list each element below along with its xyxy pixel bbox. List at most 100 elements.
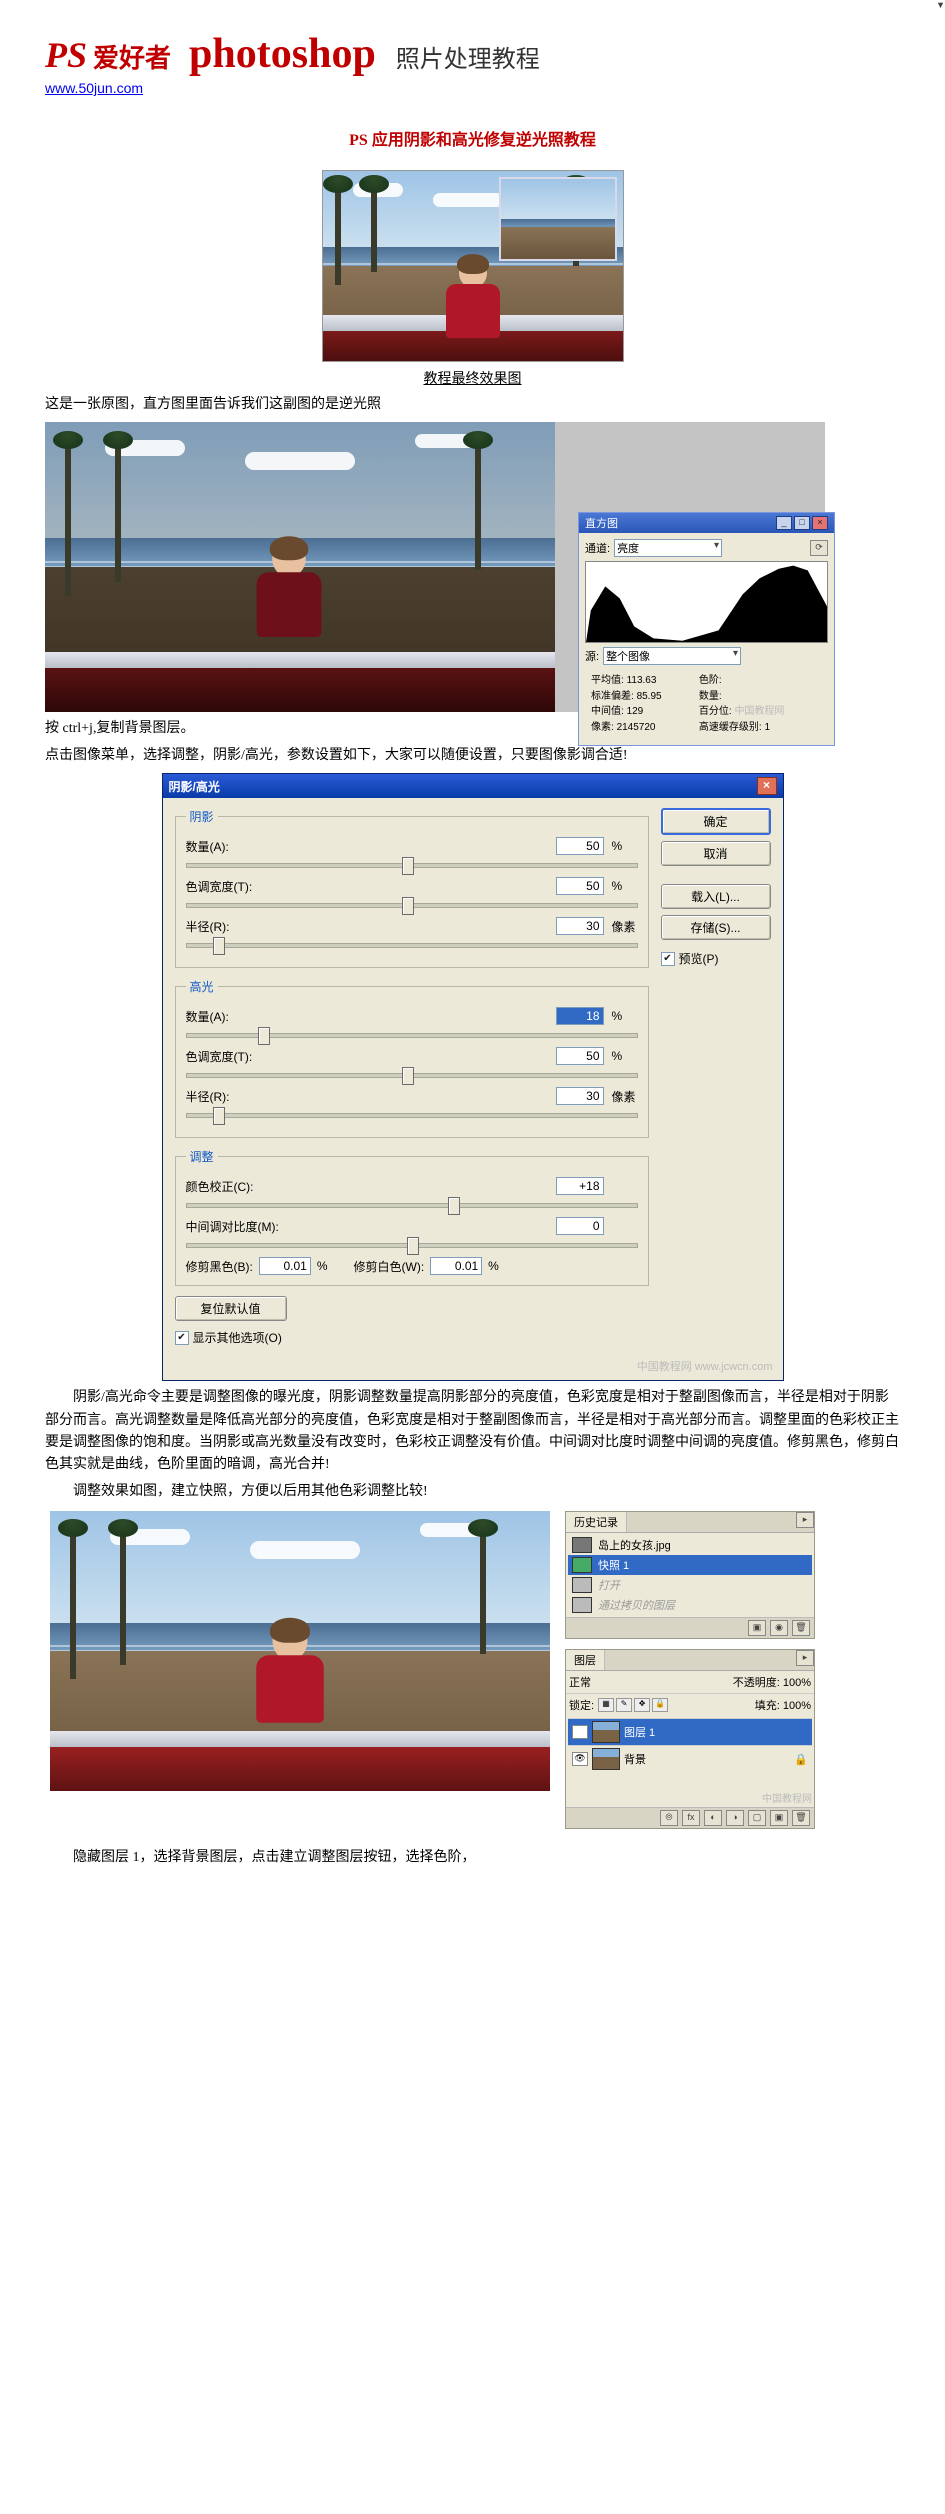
final-caption: 教程最终效果图	[45, 368, 900, 388]
blend-mode-select[interactable]: 正常	[569, 1674, 629, 1690]
lock-paint-icon[interactable]: ✎	[616, 1698, 632, 1712]
adjusted-image	[50, 1511, 550, 1791]
history-snapshot[interactable]: 快照 1	[568, 1555, 812, 1575]
para-5: 调整效果如图，建立快照，方便以后用其他色彩调整比较!	[45, 1481, 900, 1503]
shadow-amount-slider[interactable]	[186, 857, 638, 871]
shadow-radius-slider[interactable]	[186, 937, 638, 951]
clip-white-label: 修剪白色(W):	[354, 1258, 425, 1275]
highlight-tone-input[interactable]: 50	[556, 1047, 604, 1065]
para-3: 点击图像菜单，选择调整，阴影/高光，参数设置如下，大家可以随便设置，只要图像影调…	[45, 745, 900, 767]
clip-white-input[interactable]: 0.01	[430, 1257, 482, 1275]
shadow-tone-slider[interactable]	[186, 897, 638, 911]
source-label: 源:	[585, 648, 599, 664]
show-more-checkbox[interactable]: ✔ 显示其他选项(O)	[175, 1329, 649, 1346]
colorcorrect-label: 颜色校正(C):	[186, 1178, 296, 1195]
shadow-amount-label: 数量(A):	[186, 838, 296, 855]
group-highlight-legend: 高光	[186, 978, 218, 995]
final-caption-link[interactable]: 教程最终效果图	[424, 372, 522, 387]
highlight-tone-slider[interactable]	[186, 1067, 638, 1081]
clip-black-input[interactable]: 0.01	[259, 1257, 311, 1275]
colorcorrect-input[interactable]: +18	[556, 1177, 604, 1195]
histogram-panel: 直方图 _ □ × 通道: 亮度 ⟳ 源: 整个图像	[578, 512, 835, 746]
visibility-eye-icon[interactable]: 👁	[572, 1725, 588, 1739]
layer-row-layer1[interactable]: 👁 图层 1	[568, 1718, 812, 1745]
shadow-tone-label: 色调宽度(T):	[186, 878, 296, 895]
create-doc-icon[interactable]: ▣	[748, 1620, 766, 1636]
maximize-icon[interactable]: □	[794, 516, 810, 530]
history-step-dup[interactable]: 通过拷贝的图层	[568, 1595, 812, 1615]
dialog-title: 阴影/高光	[169, 778, 220, 795]
group-shadow: 阴影 数量(A): 50 % 色调宽度(T): 50 %	[175, 808, 649, 968]
save-button[interactable]: 存储(S)...	[661, 915, 771, 940]
layer-row-background[interactable]: 👁 背景 🔒	[568, 1745, 812, 1772]
mask-icon[interactable]: ◐	[704, 1810, 722, 1826]
source-select[interactable]: 整个图像	[603, 647, 741, 665]
midtone-input[interactable]: 0	[556, 1217, 604, 1235]
histogram-stats: 平均值: 113.63 色阶: 标准偏差: 85.95 数量: 中间值: 129…	[585, 669, 828, 739]
history-panel: 历史记录 ▸ 岛上的女孩.jpg 快照 1 打开	[565, 1511, 815, 1639]
link-icon[interactable]: ⦾	[660, 1810, 678, 1826]
highlight-amount-slider[interactable]	[186, 1027, 638, 1041]
history-doc[interactable]: 岛上的女孩.jpg	[568, 1535, 812, 1555]
para-4: 阴影/高光命令主要是调整图像的曝光度，阴影调整数量提高阴影部分的亮度值，色彩宽度…	[45, 1387, 900, 1477]
reset-defaults-button[interactable]: 复位默认值	[175, 1296, 287, 1321]
visibility-eye-icon[interactable]: 👁	[572, 1752, 588, 1766]
new-layer-icon[interactable]: ▣	[770, 1810, 788, 1826]
site-logo: PS 爱好者 photoshop 照片处理教程	[45, 30, 900, 78]
shadow-tone-input[interactable]: 50	[556, 877, 604, 895]
group-adjust: 调整 颜色校正(C): +18 中间调对比度(M): 0	[175, 1148, 649, 1286]
midtone-label: 中间调对比度(M):	[186, 1218, 296, 1235]
highlight-tone-label: 色调宽度(T):	[186, 1048, 296, 1065]
channel-label: 通道:	[585, 540, 610, 556]
histogram-graph	[585, 561, 828, 643]
adjustment-icon[interactable]: ◑	[726, 1810, 744, 1826]
history-tab[interactable]: 历史记录	[566, 1512, 627, 1532]
logo-ps: PS	[45, 34, 87, 76]
colorcorrect-slider[interactable]	[186, 1197, 638, 1211]
group-highlight: 高光 数量(A): 18 % 色调宽度(T): 50 %	[175, 978, 649, 1138]
fill-input[interactable]: 100%	[783, 1700, 811, 1712]
group-shadow-legend: 阴影	[186, 808, 218, 825]
highlight-radius-slider[interactable]	[186, 1107, 638, 1121]
channel-select[interactable]: 亮度	[614, 539, 722, 557]
load-button[interactable]: 载入(L)...	[661, 884, 771, 909]
final-result-image	[322, 170, 624, 362]
highlight-radius-input[interactable]: 30	[556, 1087, 604, 1105]
lock-move-icon[interactable]: ✥	[634, 1698, 650, 1712]
clip-black-label: 修剪黑色(B):	[186, 1258, 253, 1275]
folder-icon[interactable]: ▢	[748, 1810, 766, 1826]
lock-icon: 🔒	[794, 1753, 808, 1766]
minimize-icon[interactable]: _	[776, 516, 792, 530]
history-step-open[interactable]: 打开	[568, 1575, 812, 1595]
shadow-radius-label: 半径(R):	[186, 918, 296, 935]
ok-button[interactable]: 确定	[661, 808, 771, 835]
highlight-amount-label: 数量(A):	[186, 1008, 296, 1025]
lock-transparent-icon[interactable]: ▦	[598, 1698, 614, 1712]
preview-checkbox[interactable]: ✔ 预览(P)	[661, 950, 771, 967]
shadow-radius-input[interactable]: 30	[556, 917, 604, 935]
shadow-amount-input[interactable]: 50	[556, 837, 604, 855]
close-icon[interactable]: ×	[812, 516, 828, 530]
trash-icon[interactable]: 🗑	[792, 1620, 810, 1636]
cancel-button[interactable]: 取消	[661, 841, 771, 866]
midtone-slider[interactable]	[186, 1237, 638, 1251]
panel-menu-icon[interactable]: ▸	[796, 1650, 814, 1666]
dialog-watermark: 中国教程网 www.jcwcn.com	[163, 1358, 783, 1380]
lock-all-icon[interactable]: 🔒	[652, 1698, 668, 1712]
refresh-icon[interactable]: ⟳	[810, 540, 828, 556]
site-url[interactable]: www.50jun.com	[45, 80, 900, 96]
panel-menu-icon[interactable]: ▸	[796, 1512, 814, 1528]
logo-photoshop: photoshop	[189, 30, 376, 78]
trash-icon[interactable]: 🗑	[792, 1810, 810, 1826]
new-snapshot-icon[interactable]: ◉	[770, 1620, 788, 1636]
highlight-amount-input[interactable]: 18	[556, 1007, 604, 1025]
dialog-close-icon[interactable]: ×	[757, 777, 777, 795]
layers-tab[interactable]: 图层	[566, 1650, 605, 1670]
layers-panel: 图层 ▸ 正常 不透明度: 100% 锁定: ▦ ✎ ✥	[565, 1649, 815, 1829]
article-title: PS 应用阴影和高光修复逆光照教程	[45, 126, 900, 150]
layers-watermark: 中国教程网	[568, 1790, 812, 1805]
fx-icon[interactable]: fx	[682, 1810, 700, 1826]
shadows-highlights-dialog: 阴影/高光 × 阴影 数量(A): 50 % 色调宽度(	[162, 773, 784, 1381]
opacity-input[interactable]: 100%	[783, 1677, 811, 1689]
histogram-title: 直方图	[585, 515, 618, 531]
